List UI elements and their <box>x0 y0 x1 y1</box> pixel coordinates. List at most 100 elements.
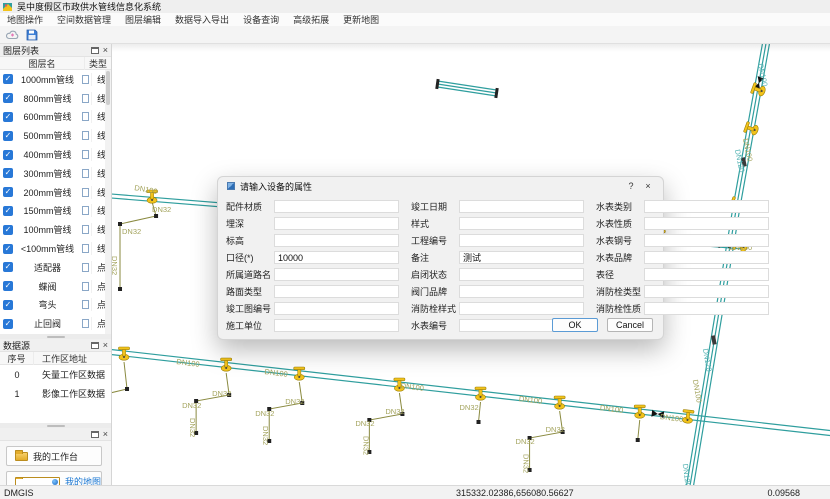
layer-row[interactable]: 400mm管线线 <box>0 145 111 164</box>
field-input[interactable] <box>274 251 399 264</box>
field-input[interactable] <box>274 319 399 332</box>
layer-visibility-checkbox[interactable] <box>3 244 13 254</box>
window-title: 吴中度假区市政供水管线信息化系统 <box>17 0 161 13</box>
field-input[interactable] <box>459 268 584 281</box>
layer-row[interactable]: 600mm管线线 <box>0 108 111 127</box>
field-label: 备注 <box>411 251 459 264</box>
layer-visibility-checkbox[interactable] <box>3 112 13 122</box>
pipe-label: DN32 <box>355 419 374 428</box>
layer-visibility-checkbox[interactable] <box>3 225 13 235</box>
field-input[interactable] <box>274 234 399 247</box>
field-input[interactable] <box>644 200 769 213</box>
layer-name: 150mm管线 <box>13 204 82 217</box>
menu-item-3[interactable]: 图层编辑 <box>118 13 168 26</box>
status-app-name: DMGIS <box>4 488 34 498</box>
field-input[interactable] <box>274 302 399 315</box>
app-window: 吴中度假区市政供水管线信息化系统 地图操作空间数据管理图层编辑数据导入导出设备查… <box>0 0 830 499</box>
layer-visibility-checkbox[interactable] <box>3 131 13 141</box>
layer-visibility-checkbox[interactable] <box>3 150 13 160</box>
layer-row[interactable]: 200mm管线线 <box>0 183 111 202</box>
dialog-field-row: 水表性质 <box>596 215 769 232</box>
field-input[interactable] <box>459 302 584 315</box>
menu-item-4[interactable]: 数据导入导出 <box>168 13 236 26</box>
float-panel-icon[interactable] <box>91 431 99 438</box>
layer-row[interactable]: 蝶阀点 <box>0 277 111 296</box>
field-input[interactable] <box>644 251 769 264</box>
field-input[interactable] <box>644 268 769 281</box>
menu-item-2[interactable]: 空间数据管理 <box>50 13 118 26</box>
hydrant-symbol <box>294 367 305 380</box>
layer-visibility-checkbox[interactable] <box>3 187 13 197</box>
dialog-close-button[interactable]: × <box>642 181 654 191</box>
field-input[interactable] <box>459 285 584 298</box>
dialog-help-button[interactable]: ? <box>625 181 637 191</box>
datasource-row[interactable]: 1影像工作区数据 <box>0 384 111 403</box>
layer-scrollbar[interactable] <box>105 70 111 334</box>
pipe-label: DN32 <box>122 227 141 236</box>
scrollbar-thumb[interactable] <box>106 71 110 105</box>
float-panel-icon[interactable] <box>91 342 99 349</box>
dialog-field-row: 表径 <box>596 266 769 283</box>
close-panel-icon[interactable] <box>103 431 108 438</box>
field-input[interactable] <box>644 302 769 315</box>
close-panel-icon[interactable] <box>103 342 108 349</box>
field-input[interactable] <box>459 251 584 264</box>
layer-row[interactable]: 100mm管线线 <box>0 220 111 239</box>
pipe-label: DN100 <box>400 381 424 393</box>
pipe-label: DN32 <box>516 437 535 446</box>
ok-button[interactable]: OK <box>552 318 598 332</box>
field-input[interactable] <box>644 285 769 298</box>
field-label: 配件材质 <box>226 200 274 213</box>
close-panel-icon[interactable] <box>103 47 108 54</box>
field-input[interactable] <box>644 234 769 247</box>
field-input[interactable] <box>274 285 399 298</box>
field-input[interactable] <box>644 217 769 230</box>
cancel-button[interactable]: Cancel <box>607 318 653 332</box>
save-icon[interactable] <box>25 28 39 42</box>
menu-item-7[interactable]: 更新地图 <box>336 13 386 26</box>
field-input[interactable] <box>459 234 584 247</box>
map-area[interactable]: DN100DN32DN32DN32DN100DN100DN100DN100DN1… <box>112 44 830 485</box>
pipe-label: DN32 <box>255 409 274 418</box>
field-label: 水表性质 <box>596 217 644 230</box>
layer-rows: 1000mm管线线800mm管线线600mm管线线500mm管线线400mm管线… <box>0 70 111 334</box>
dialog-title-bar[interactable]: 请输入设备的属性 ? × <box>218 177 663 195</box>
float-panel-icon[interactable] <box>91 47 99 54</box>
layer-visibility-checkbox[interactable] <box>3 93 13 103</box>
layer-visibility-checkbox[interactable] <box>3 319 13 329</box>
field-input[interactable] <box>274 217 399 230</box>
menu-item-1[interactable]: 地图操作 <box>0 13 50 26</box>
layer-visibility-checkbox[interactable] <box>3 206 13 216</box>
field-input[interactable] <box>459 217 584 230</box>
my-workbench-button[interactable]: 我的工作台 <box>6 446 102 466</box>
layer-visibility-checkbox[interactable] <box>3 262 13 272</box>
layer-row[interactable]: <100mm管线线 <box>0 239 111 258</box>
field-label: 消防栓样式 <box>411 302 459 315</box>
layer-row[interactable]: 止回阀点 <box>0 314 111 333</box>
hydrant-symbol <box>221 358 232 371</box>
layer-row[interactable]: 800mm管线线 <box>0 89 111 108</box>
cloud-add-icon[interactable] <box>5 28 19 42</box>
node-marker <box>636 438 640 442</box>
pipe-label: DN120 <box>681 463 693 485</box>
layer-row[interactable]: 500mm管线线 <box>0 126 111 145</box>
layer-row[interactable]: 1000mm管线线 <box>0 70 111 89</box>
menu-item-5[interactable]: 设备查询 <box>236 13 286 26</box>
layer-visibility-checkbox[interactable] <box>3 168 13 178</box>
layer-row[interactable]: 适配器点 <box>0 258 111 277</box>
layer-visibility-checkbox[interactable] <box>3 300 13 310</box>
layer-row[interactable]: 300mm管线线 <box>0 164 111 183</box>
layer-visibility-checkbox[interactable] <box>3 74 13 84</box>
menu-item-6[interactable]: 高级拓展 <box>286 13 336 26</box>
dialog-field-row: 消防栓类型 <box>596 283 769 300</box>
field-input[interactable] <box>274 200 399 213</box>
layer-visibility-checkbox[interactable] <box>3 281 13 291</box>
layer-row[interactable]: 弯头点 <box>0 296 111 315</box>
dialog-field-row: 口径(*) <box>226 249 399 266</box>
field-input[interactable] <box>274 268 399 281</box>
field-input[interactable] <box>459 200 584 213</box>
layer-name: 200mm管线 <box>13 186 82 199</box>
dialog-column-1: 配件材质埋深标高口径(*)所属道路名路面类型竣工图编号施工单位 <box>226 198 399 334</box>
datasource-row[interactable]: 0矢量工作区数据 <box>0 365 111 384</box>
layer-row[interactable]: 150mm管线线 <box>0 202 111 221</box>
